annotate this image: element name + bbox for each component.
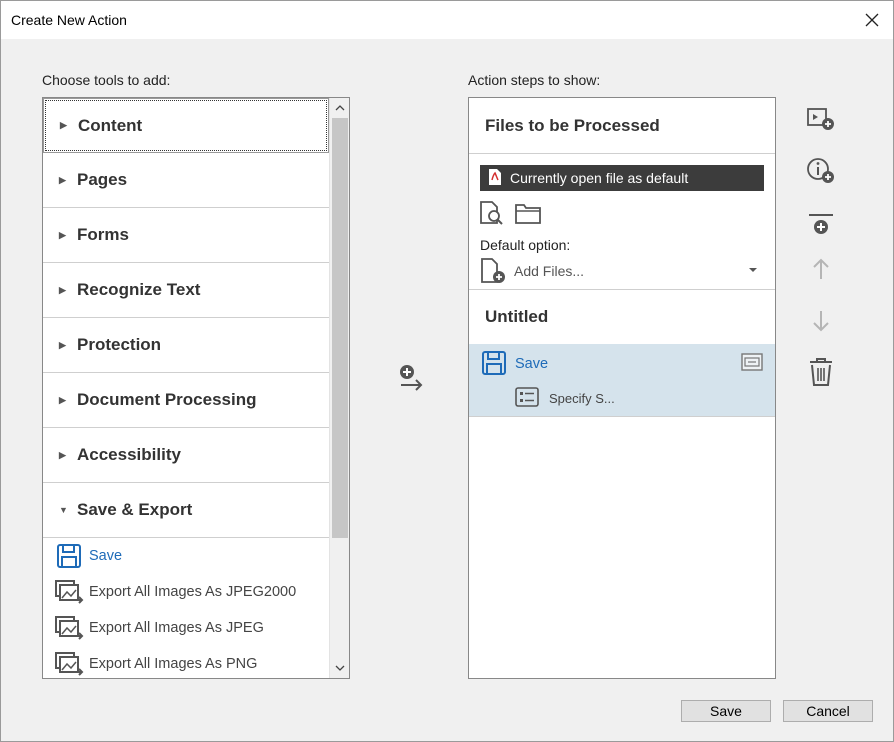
create-new-action-dialog: Create New Action Choose tools to add: A… <box>0 0 894 742</box>
category-save-export[interactable]: ▼ Save & Export <box>43 483 329 538</box>
window-title: Create New Action <box>11 12 127 28</box>
add-panel-separator-button[interactable] <box>805 208 837 240</box>
add-instruction-button[interactable] <box>805 103 837 135</box>
step-save[interactable]: Save <box>481 350 548 378</box>
divider <box>469 153 775 154</box>
step-specify-settings[interactable]: Specify S... <box>515 387 615 410</box>
step-specify-label: Specify S... <box>549 391 615 406</box>
cancel-button[interactable]: Cancel <box>783 700 873 722</box>
action-steps-panel: Files to be Processed Currently open fil… <box>468 97 776 679</box>
close-button[interactable] <box>859 7 885 33</box>
trash-icon <box>810 358 832 386</box>
expand-arrow-icon: ▶ <box>59 394 66 405</box>
step-options-button[interactable] <box>741 353 763 376</box>
category-accessibility[interactable]: ▶ Accessibility <box>43 428 329 483</box>
export-images-icon <box>53 614 85 642</box>
close-icon <box>865 13 879 27</box>
files-to-process-header: Files to be Processed <box>485 116 660 135</box>
tools-category-list: ▶ Content ▶ Pages ▶ Forms ▶ Recognize Te… <box>43 98 329 678</box>
export-images-icon <box>53 650 85 678</box>
step-save-row[interactable]: Save Specify S... <box>469 344 775 416</box>
settings-list-icon <box>515 387 539 410</box>
browse-file-button[interactable] <box>479 200 505 226</box>
tool-export-images-jpeg2000[interactable]: Export All Images As JPEG2000 <box>43 574 329 610</box>
tool-label: Save <box>89 548 123 564</box>
category-label: Document Processing <box>77 390 257 409</box>
category-protection[interactable]: ▶ Protection <box>43 318 329 373</box>
category-content[interactable]: ▶ Content <box>43 98 329 153</box>
scroll-up-icon[interactable] <box>330 99 349 117</box>
move-down-button[interactable] <box>805 305 837 337</box>
export-images-icon <box>53 578 85 606</box>
current-file-text: Currently open file as default <box>510 170 689 186</box>
browse-folder-button[interactable] <box>514 200 541 226</box>
choose-tools-label: Choose tools to add: <box>42 72 171 88</box>
scroll-thumb[interactable] <box>332 118 348 538</box>
default-option-label: Default option: <box>480 237 571 253</box>
tool-save[interactable]: Save <box>43 538 329 574</box>
expand-arrow-icon: ▶ <box>59 284 66 295</box>
category-label: Recognize Text <box>77 280 201 299</box>
expand-arrow-icon: ▶ <box>59 174 66 185</box>
tool-label: Export All Images As JPEG2000 <box>89 584 297 600</box>
expand-arrow-icon: ▶ <box>60 120 67 130</box>
expand-arrow-icon: ▶ <box>59 339 66 350</box>
save-icon <box>53 542 85 570</box>
untitled-header: Untitled <box>485 307 549 326</box>
tool-export-images-jpeg[interactable]: Export All Images As JPEG <box>43 610 329 646</box>
scroll-down-icon[interactable] <box>330 659 349 677</box>
save-button[interactable]: Save <box>681 700 771 722</box>
category-label: Save & Export <box>77 500 193 519</box>
tool-export-images-png[interactable]: Export All Images As PNG <box>43 646 329 678</box>
file-search-icon <box>480 201 503 225</box>
divider <box>469 416 775 417</box>
tools-list-panel: ▶ Content ▶ Pages ▶ Forms ▶ Recognize Te… <box>42 97 350 679</box>
pdf-file-icon <box>488 168 502 189</box>
add-file-icon <box>481 258 505 283</box>
add-panel-icon <box>807 108 834 130</box>
category-label: Forms <box>77 225 129 244</box>
info-add-icon <box>807 158 834 183</box>
options-icon <box>741 353 763 371</box>
arrow-up-icon <box>813 258 829 279</box>
add-to-steps-button[interactable] <box>397 363 427 393</box>
category-label: Content <box>78 115 143 135</box>
delete-step-button[interactable] <box>805 356 837 388</box>
tool-label: Export All Images As PNG <box>89 656 258 672</box>
folder-icon <box>515 204 541 224</box>
category-document-processing[interactable]: ▶ Document Processing <box>43 373 329 428</box>
expand-arrow-icon: ▶ <box>59 229 66 240</box>
add-files-dropdown[interactable]: Add Files... <box>480 256 764 286</box>
collapse-arrow-icon: ▼ <box>59 505 68 515</box>
save-icon <box>481 350 509 378</box>
vertical-scrollbar[interactable] <box>329 98 349 678</box>
current-file-box[interactable]: Currently open file as default <box>480 165 764 191</box>
category-label: Accessibility <box>77 445 181 464</box>
action-steps-label: Action steps to show: <box>468 72 601 88</box>
add-files-text: Add Files... <box>514 263 585 279</box>
arrow-down-icon <box>813 311 829 332</box>
move-up-button[interactable] <box>805 253 837 285</box>
title-bar: Create New Action <box>1 1 893 39</box>
category-label: Pages <box>77 170 128 189</box>
step-save-label: Save <box>515 356 549 372</box>
category-label: Protection <box>77 335 162 354</box>
tool-label: Export All Images As JPEG <box>89 620 264 636</box>
divider <box>469 289 775 290</box>
add-arrow-icon <box>400 365 423 391</box>
add-instructions-info-button[interactable] <box>805 155 837 187</box>
category-pages[interactable]: ▶ Pages <box>43 153 329 208</box>
category-forms[interactable]: ▶ Forms <box>43 208 329 263</box>
category-recognize-text[interactable]: ▶ Recognize Text <box>43 263 329 318</box>
add-separator-icon <box>809 214 833 234</box>
expand-arrow-icon: ▶ <box>59 449 66 460</box>
dropdown-arrow-icon <box>749 268 757 272</box>
